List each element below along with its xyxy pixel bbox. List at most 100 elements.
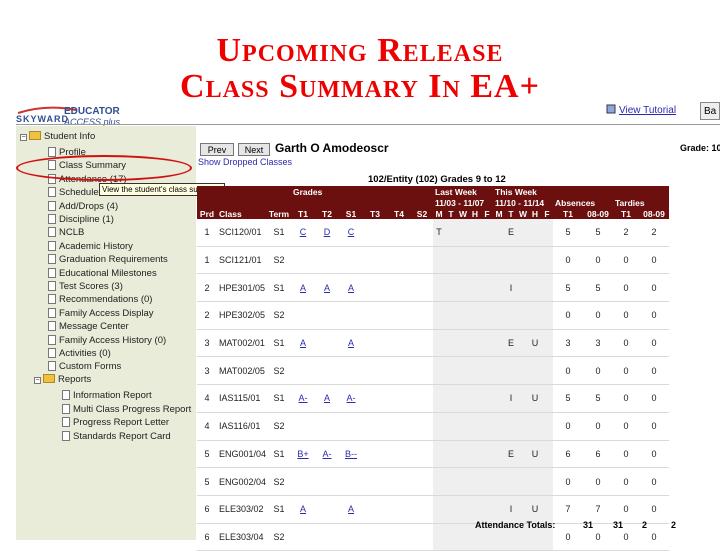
cell-t2[interactable] bbox=[315, 467, 339, 496]
document-icon bbox=[48, 147, 56, 157]
sidebar-item-academic-history[interactable]: Academic History bbox=[48, 240, 133, 252]
document-icon bbox=[48, 200, 56, 211]
collapse-icon[interactable]: − bbox=[34, 377, 41, 384]
next-button[interactable]: Next bbox=[238, 143, 270, 156]
cell-s1[interactable] bbox=[339, 467, 363, 496]
cell-t1[interactable]: A- bbox=[291, 384, 315, 413]
cell-t2[interactable] bbox=[315, 246, 339, 275]
sidebar-item-test-scores-3[interactable]: Test Scores (3) bbox=[48, 281, 123, 292]
cell-t2[interactable]: A- bbox=[315, 440, 339, 469]
cell-empty bbox=[363, 356, 387, 386]
show-dropped-classes-link[interactable]: Show Dropped Classes bbox=[198, 157, 292, 167]
view-tutorial-link[interactable]: View Tutorial bbox=[619, 105, 676, 116]
cell-class: IAS115/01 bbox=[217, 384, 267, 413]
cell-empty bbox=[363, 467, 387, 496]
sidebar-item-graduation-requirements[interactable]: Graduation Requirements bbox=[48, 254, 168, 265]
cell-abs_yr: 5 bbox=[583, 273, 613, 303]
cell-lw bbox=[433, 467, 445, 496]
this-week-range: 11/10 - 11/14 bbox=[493, 197, 553, 208]
cell-t2[interactable] bbox=[315, 329, 339, 358]
cell-t2[interactable]: A bbox=[315, 384, 339, 413]
cell-term: S1 bbox=[267, 219, 291, 247]
cell-prd: 3 bbox=[197, 356, 217, 386]
cell-t1[interactable] bbox=[291, 301, 315, 330]
cell-s1[interactable]: A- bbox=[339, 384, 363, 413]
totals-abs-yr: 31 bbox=[613, 520, 624, 530]
sidebar-item-family-access-display[interactable]: Family Access Display bbox=[48, 307, 154, 319]
column-header: S2 bbox=[411, 208, 433, 219]
cell-empty bbox=[387, 384, 411, 413]
cell-empty bbox=[457, 356, 469, 386]
table-row[interactable]: 2 HPE302/05 S2 0 0 0 0 bbox=[197, 301, 669, 330]
cell-s1[interactable]: A bbox=[339, 273, 363, 303]
cell-t1[interactable] bbox=[291, 246, 315, 275]
cell-t2[interactable] bbox=[315, 412, 339, 441]
sidebar-item-family-access-history-0[interactable]: Family Access History (0) bbox=[48, 334, 166, 346]
table-row[interactable]: 4 IAS115/01 S1 A- A A- I U 5 5 0 0 bbox=[197, 384, 669, 413]
cell-s1[interactable]: C bbox=[339, 219, 363, 247]
cell-s1[interactable] bbox=[339, 246, 363, 275]
cell-empty bbox=[457, 273, 469, 303]
report-item-progress-report-letter[interactable]: Progress Report Letter bbox=[62, 417, 169, 428]
table-row[interactable]: 4 IAS116/01 S2 0 0 0 0 bbox=[197, 412, 669, 441]
cell-tw: E bbox=[505, 329, 517, 358]
cell-t1[interactable]: A bbox=[291, 273, 315, 303]
header-row-groups: Grades Last Week This Week bbox=[197, 186, 669, 197]
sidebar-item-discipline-1[interactable]: Discipline (1) bbox=[48, 214, 114, 225]
column-header: W bbox=[517, 208, 529, 219]
table-row[interactable]: 1 SCI120/01 S1 C D C T E 5 5 2 2 bbox=[197, 219, 669, 247]
table-row[interactable]: 3 MAT002/01 S1 A A E U 3 3 0 0 bbox=[197, 329, 669, 358]
cell-s1[interactable]: A bbox=[339, 329, 363, 358]
cell-s1[interactable] bbox=[339, 412, 363, 441]
cell-s1[interactable] bbox=[339, 301, 363, 330]
cell-s1[interactable] bbox=[339, 356, 363, 386]
table-row[interactable]: 5 ENG001/04 S1 B+ A- B-- E U 6 6 0 0 bbox=[197, 440, 669, 469]
folder-icon bbox=[43, 374, 55, 383]
table-row[interactable]: 3 MAT002/05 S2 0 0 0 0 bbox=[197, 356, 669, 386]
sidebar-item-message-center[interactable]: Message Center bbox=[48, 321, 129, 332]
sidebar-item-custom-forms[interactable]: Custom Forms bbox=[48, 361, 121, 372]
cell-abs_t1: 5 bbox=[553, 219, 583, 247]
cell-t1[interactable]: C bbox=[291, 219, 315, 247]
cell-empty bbox=[363, 440, 387, 469]
table-row[interactable]: 2 HPE301/05 S1 A A A I 5 5 0 0 bbox=[197, 273, 669, 303]
report-item-multi-class-progress-report[interactable]: Multi Class Progress Report bbox=[62, 403, 191, 415]
cell-t1[interactable]: B+ bbox=[291, 440, 315, 469]
back-button[interactable]: Ba bbox=[700, 102, 720, 120]
report-item-standards-report-card[interactable]: Standards Report Card bbox=[62, 430, 171, 442]
table-row[interactable]: 1 SCI121/01 S2 0 0 0 0 bbox=[197, 246, 669, 275]
cell-t2[interactable] bbox=[315, 301, 339, 330]
prev-button[interactable]: Prev bbox=[200, 143, 234, 156]
sidebar-item-recommendations-0[interactable]: Recommendations (0) bbox=[48, 294, 152, 305]
document-icon bbox=[48, 348, 56, 358]
cell-tw bbox=[505, 356, 517, 386]
cell-t1[interactable] bbox=[291, 356, 315, 386]
tree-item-label: Standards Report Card bbox=[73, 430, 171, 442]
sidebar-item-schedule[interactable]: Schedule bbox=[48, 187, 99, 198]
absences-header: Absences bbox=[553, 197, 613, 208]
report-item-information-report[interactable]: Information Report bbox=[62, 390, 152, 401]
tree-node-reports[interactable]: − Reports bbox=[34, 374, 91, 385]
cell-t2[interactable]: D bbox=[315, 219, 339, 247]
cell-t1[interactable] bbox=[291, 467, 315, 496]
cell-s1[interactable]: B-- bbox=[339, 440, 363, 469]
cell-t1[interactable]: A bbox=[291, 329, 315, 358]
cell-empty bbox=[481, 273, 493, 303]
slide-title-line2: Class Summary In EA+ bbox=[180, 68, 540, 105]
sidebar-item-educational-milestones[interactable]: Educational Milestones bbox=[48, 267, 157, 279]
cell-t2[interactable]: A bbox=[315, 273, 339, 303]
column-header: T1 bbox=[291, 208, 315, 219]
cell-t1[interactable] bbox=[291, 412, 315, 441]
table-row[interactable]: 5 ENG002/04 S2 0 0 0 0 bbox=[197, 467, 669, 496]
sidebar-item-activities-0[interactable]: Activities (0) bbox=[48, 348, 111, 359]
sidebar-item-nclb[interactable]: NCLB bbox=[48, 227, 84, 238]
cell-term: S1 bbox=[267, 329, 291, 358]
collapse-icon[interactable]: − bbox=[20, 134, 27, 141]
cell-tar_yr: 2 bbox=[639, 219, 669, 247]
column-header: H bbox=[469, 208, 481, 219]
column-header: 08-09 bbox=[639, 208, 669, 219]
sidebar-item-add-drops-4[interactable]: Add/Drops (4) bbox=[48, 200, 118, 212]
cell-t2[interactable] bbox=[315, 356, 339, 386]
tree-node-student-info[interactable]: − Student Info bbox=[20, 131, 95, 142]
column-header: Prd bbox=[197, 208, 217, 219]
